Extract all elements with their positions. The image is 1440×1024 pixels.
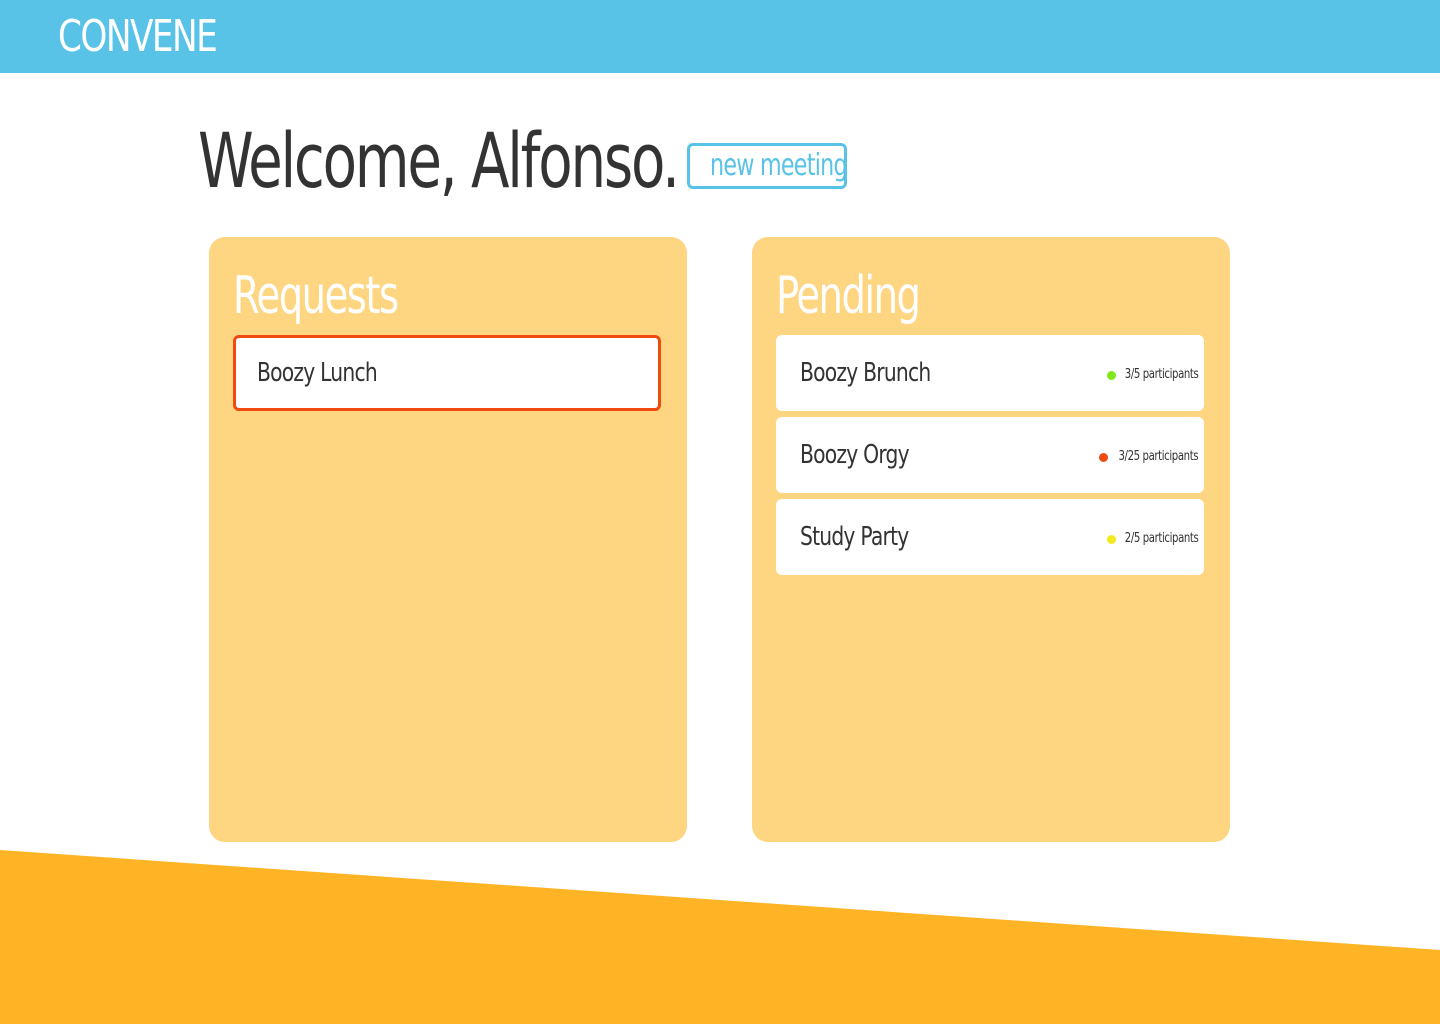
pending-card-title: Boozy Brunch: [800, 358, 931, 388]
pending-panel: Pending Boozy Brunch 3/5 participants Bo…: [752, 237, 1230, 842]
status-dot-icon: [1106, 370, 1116, 380]
participant-count: 2/5 participants: [1124, 531, 1198, 546]
pending-card[interactable]: Boozy Orgy 3/25 participants: [776, 417, 1204, 493]
participant-status: 3/5 participants: [1106, 367, 1198, 382]
top-bar: CONVENE: [0, 0, 1440, 73]
pending-card-title: Boozy Orgy: [800, 440, 910, 470]
request-card[interactable]: Boozy Lunch: [233, 335, 661, 411]
request-card-title: Boozy Lunch: [257, 358, 378, 388]
dashboard-page: CONVENE Welcome, Alfonso. new meeting Re…: [0, 0, 1440, 1024]
pending-title: Pending: [776, 266, 921, 326]
participant-status: 2/5 participants: [1106, 531, 1198, 546]
status-dot-icon: [1098, 452, 1108, 462]
pending-card[interactable]: Study Party 2/5 participants: [776, 499, 1204, 575]
pending-card[interactable]: Boozy Brunch 3/5 participants: [776, 335, 1204, 411]
requests-title: Requests: [233, 266, 399, 326]
new-meeting-button[interactable]: new meeting: [687, 143, 847, 189]
pending-card-title: Study Party: [800, 522, 909, 552]
participant-status: 3/25 participants: [1098, 449, 1198, 464]
new-meeting-label: new meeting: [710, 148, 847, 183]
brand-logo[interactable]: CONVENE: [58, 8, 218, 66]
participant-count: 3/5 participants: [1124, 367, 1198, 382]
welcome-heading: Welcome, Alfonso.: [198, 116, 680, 205]
requests-panel: Requests Boozy Lunch: [209, 237, 687, 842]
participant-count: 3/25 participants: [1118, 449, 1198, 464]
status-dot-icon: [1106, 534, 1116, 544]
